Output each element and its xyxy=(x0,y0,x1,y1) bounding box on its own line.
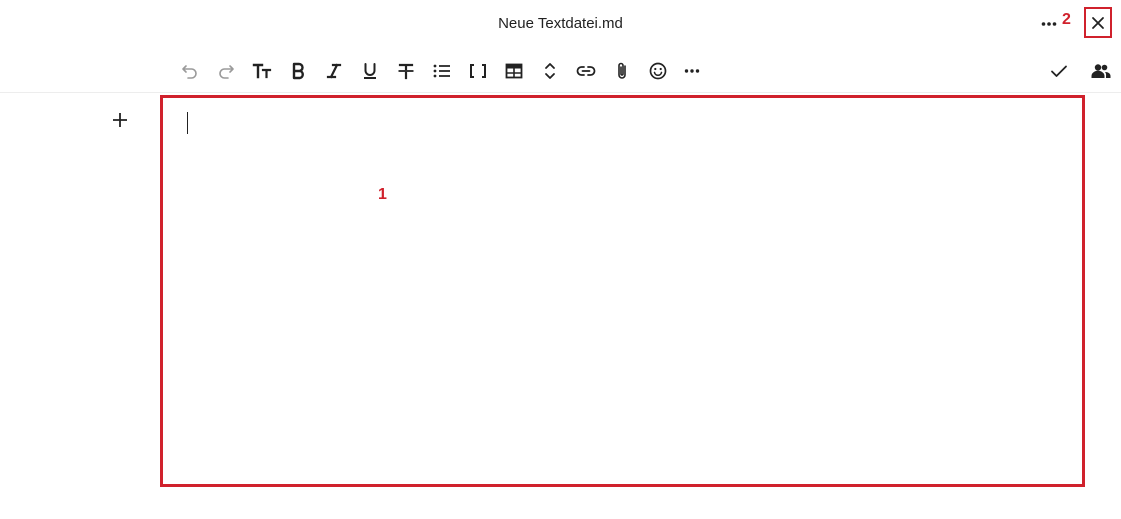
bullet-list-button[interactable] xyxy=(429,58,455,84)
attachment-icon xyxy=(618,62,626,79)
save-status-button[interactable] xyxy=(1046,58,1072,84)
emoji-icon xyxy=(649,62,667,80)
editor-header: Neue Textdatei.md 2 xyxy=(0,0,1121,50)
expand-collapse-icon xyxy=(545,63,555,79)
redo-button[interactable] xyxy=(213,58,239,84)
collaborators-button[interactable] xyxy=(1088,58,1114,84)
table-button[interactable] xyxy=(501,58,527,84)
editor-area[interactable] xyxy=(160,95,1085,487)
close-button[interactable] xyxy=(1084,7,1112,38)
bold-button[interactable] xyxy=(285,58,311,84)
header-more-button[interactable] xyxy=(1038,12,1060,36)
emoji-button[interactable] xyxy=(645,58,671,84)
annotation-label-1: 1 xyxy=(378,186,387,203)
undo-button[interactable] xyxy=(177,58,203,84)
redo-icon xyxy=(219,65,234,79)
plus-icon xyxy=(113,113,127,127)
undo-icon xyxy=(182,65,197,79)
editor-content[interactable] xyxy=(187,112,1062,464)
table-icon xyxy=(505,63,523,79)
code-brackets-icon xyxy=(470,64,486,78)
text-editor-page: Neue Textdatei.md 2 1 xyxy=(0,0,1121,519)
formatting-toolbar xyxy=(0,54,1121,88)
underline-icon xyxy=(364,63,376,79)
link-button[interactable] xyxy=(573,58,599,84)
text-size-icon xyxy=(252,63,272,79)
more-actions-icon xyxy=(684,69,700,73)
code-block-button[interactable] xyxy=(465,58,491,84)
italic-icon xyxy=(326,63,342,79)
add-block-button[interactable] xyxy=(109,109,131,131)
more-actions-button[interactable] xyxy=(679,58,705,84)
dots-horizontal-icon xyxy=(1041,22,1057,26)
text-cursor xyxy=(187,112,188,134)
underline-button[interactable] xyxy=(357,58,383,84)
strikethrough-icon xyxy=(398,63,414,80)
bullet-list-icon xyxy=(433,64,450,78)
text-size-button[interactable] xyxy=(249,58,275,84)
toolbar-divider xyxy=(0,92,1121,93)
link-icon xyxy=(576,66,596,76)
strikethrough-button[interactable] xyxy=(393,58,419,84)
expand-collapse-button[interactable] xyxy=(537,58,563,84)
attachment-button[interactable] xyxy=(609,58,635,84)
people-icon xyxy=(1091,64,1111,78)
close-icon xyxy=(1092,16,1104,29)
annotation-label-2: 2 xyxy=(1062,11,1071,28)
bold-icon xyxy=(292,62,304,80)
italic-button[interactable] xyxy=(321,58,347,84)
checkmark-icon xyxy=(1051,65,1067,77)
file-title: Neue Textdatei.md xyxy=(498,15,623,32)
